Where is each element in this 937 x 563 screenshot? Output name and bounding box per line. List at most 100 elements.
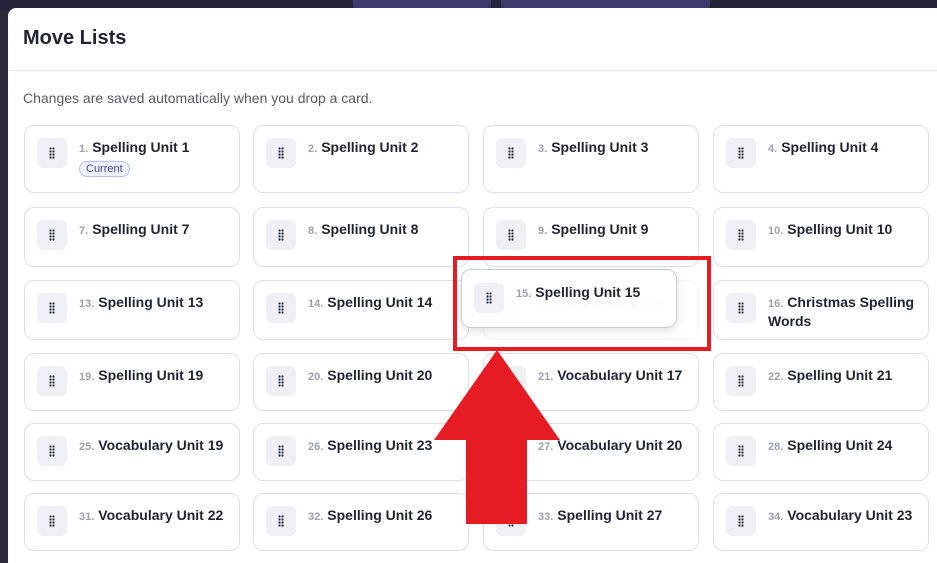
card-title: Spelling Unit 7 xyxy=(92,221,190,237)
card-title: Spelling Unit 4 xyxy=(781,139,879,155)
card-title: Spelling Unit 13 xyxy=(98,294,204,310)
red-up-arrow-icon xyxy=(434,350,560,524)
list-card[interactable]: 34. Vocabulary Unit 23 xyxy=(713,493,929,551)
card-title: Spelling Unit 19 xyxy=(98,367,204,383)
card-title: Spelling Unit 24 xyxy=(787,437,893,453)
card-number: 14. xyxy=(308,298,324,310)
drag-handle-icon[interactable] xyxy=(726,293,756,323)
card-label: 14. Spelling Unit 14 xyxy=(308,294,458,313)
card-title: Spelling Unit 26 xyxy=(327,507,433,523)
card-number: 1. xyxy=(79,143,89,155)
card-number: 13. xyxy=(79,298,95,310)
list-card[interactable]: 14. Spelling Unit 14 xyxy=(253,280,469,340)
drag-handle-icon[interactable] xyxy=(266,220,296,250)
card-number: 7. xyxy=(79,225,89,237)
list-card[interactable]: 8. Spelling Unit 8 xyxy=(253,207,469,267)
drag-handle-icon[interactable] xyxy=(726,138,756,168)
card-label: 16. Christmas Spelling Words xyxy=(768,294,918,330)
card-number: 20. xyxy=(308,371,324,383)
card-number: 32. xyxy=(308,511,324,523)
card-title: Spelling Unit 27 xyxy=(557,507,663,523)
card-number: 9. xyxy=(538,225,548,237)
card-label: 25. Vocabulary Unit 19 xyxy=(79,437,229,456)
list-card[interactable]: 19. Spelling Unit 19 xyxy=(24,353,240,411)
card-label: 22. Spelling Unit 21 xyxy=(768,367,918,386)
list-card[interactable]: 7. Spelling Unit 7 xyxy=(24,207,240,267)
drag-handle-icon[interactable] xyxy=(496,220,526,250)
card-number: 3. xyxy=(538,143,548,155)
card-label: 34. Vocabulary Unit 23 xyxy=(768,507,918,526)
card-number: 19. xyxy=(79,371,95,383)
card-number: 16. xyxy=(768,298,784,310)
card-label: 27. Vocabulary Unit 20 xyxy=(538,437,688,456)
list-card[interactable]: 22. Spelling Unit 21 xyxy=(713,353,929,411)
card-number: 8. xyxy=(308,225,318,237)
list-card[interactable]: 1. Spelling Unit 1 Current xyxy=(24,125,240,193)
card-label: 8. Spelling Unit 8 xyxy=(308,221,458,240)
card-label: 4. Spelling Unit 4 xyxy=(768,139,918,158)
list-card[interactable]: 28. Spelling Unit 24 xyxy=(713,423,929,481)
card-number: 25. xyxy=(79,441,95,453)
list-card[interactable]: 25. Vocabulary Unit 19 xyxy=(24,423,240,481)
card-number: 22. xyxy=(768,371,784,383)
list-card[interactable]: 16. Christmas Spelling Words xyxy=(713,280,929,340)
card-number: 2. xyxy=(308,143,318,155)
drag-handle-icon[interactable] xyxy=(726,220,756,250)
drag-handle-icon[interactable] xyxy=(496,138,526,168)
modal-title: Move Lists xyxy=(23,27,127,49)
list-card[interactable]: 3. Spelling Unit 3 xyxy=(483,125,699,193)
list-card[interactable]: 31. Vocabulary Unit 22 xyxy=(24,493,240,551)
card-title: Spelling Unit 10 xyxy=(787,221,893,237)
card-number: 4. xyxy=(768,143,778,155)
card-label: 28. Spelling Unit 24 xyxy=(768,437,918,456)
card-label: 10. Spelling Unit 10 xyxy=(768,221,918,240)
card-number: 26. xyxy=(308,441,324,453)
drag-handle-icon[interactable] xyxy=(726,506,756,536)
card-title: Spelling Unit 3 xyxy=(551,139,649,155)
drag-handle-icon[interactable] xyxy=(266,293,296,323)
card-label: 21. Vocabulary Unit 17 xyxy=(538,367,688,386)
card-number: 31. xyxy=(79,511,95,523)
card-title: Spelling Unit 21 xyxy=(787,367,893,383)
highlight-box xyxy=(453,256,711,351)
drag-handle-icon[interactable] xyxy=(266,138,296,168)
card-title: Spelling Unit 20 xyxy=(327,367,433,383)
card-title: Spelling Unit 8 xyxy=(321,221,419,237)
card-title: Vocabulary Unit 23 xyxy=(787,507,913,523)
card-number: 10. xyxy=(768,225,784,237)
list-card[interactable]: 4. Spelling Unit 4 xyxy=(713,125,929,193)
drag-handle-icon[interactable] xyxy=(37,293,67,323)
current-badge: Current xyxy=(79,161,130,177)
drag-handle-icon[interactable] xyxy=(37,366,67,396)
list-card[interactable]: 2. Spelling Unit 2 xyxy=(253,125,469,193)
drag-handle-icon[interactable] xyxy=(726,366,756,396)
card-title: Spelling Unit 2 xyxy=(321,139,419,155)
background-chip xyxy=(353,0,491,8)
list-card[interactable]: 13. Spelling Unit 13 xyxy=(24,280,240,340)
card-label: 9. Spelling Unit 9 xyxy=(538,221,688,240)
card-number: 34. xyxy=(768,511,784,523)
card-label: 19. Spelling Unit 19 xyxy=(79,367,229,386)
card-title: Vocabulary Unit 19 xyxy=(98,437,224,453)
card-label: 31. Vocabulary Unit 22 xyxy=(79,507,229,526)
card-label: 33. Spelling Unit 27 xyxy=(538,507,688,526)
card-label: 7. Spelling Unit 7 xyxy=(79,221,229,240)
card-label: 13. Spelling Unit 13 xyxy=(79,294,229,313)
drag-handle-icon[interactable] xyxy=(726,436,756,466)
drag-handle-icon[interactable] xyxy=(37,436,67,466)
drag-handle-icon[interactable] xyxy=(266,366,296,396)
card-label: 3. Spelling Unit 3 xyxy=(538,139,688,158)
drag-handle-icon[interactable] xyxy=(266,506,296,536)
drag-handle-icon[interactable] xyxy=(37,220,67,250)
card-title: Spelling Unit 23 xyxy=(327,437,433,453)
list-card[interactable]: 10. Spelling Unit 10 xyxy=(713,207,929,267)
drag-handle-icon[interactable] xyxy=(37,138,67,168)
card-label: 1. Spelling Unit 1 xyxy=(79,139,229,158)
autosave-hint: Changes are saved automatically when you… xyxy=(23,90,373,106)
drag-handle-icon[interactable] xyxy=(37,506,67,536)
card-title: Spelling Unit 9 xyxy=(551,221,649,237)
card-title: Spelling Unit 14 xyxy=(327,294,433,310)
card-title: Vocabulary Unit 17 xyxy=(557,367,683,383)
drag-handle-icon[interactable] xyxy=(266,436,296,466)
card-title: Vocabulary Unit 22 xyxy=(98,507,224,523)
